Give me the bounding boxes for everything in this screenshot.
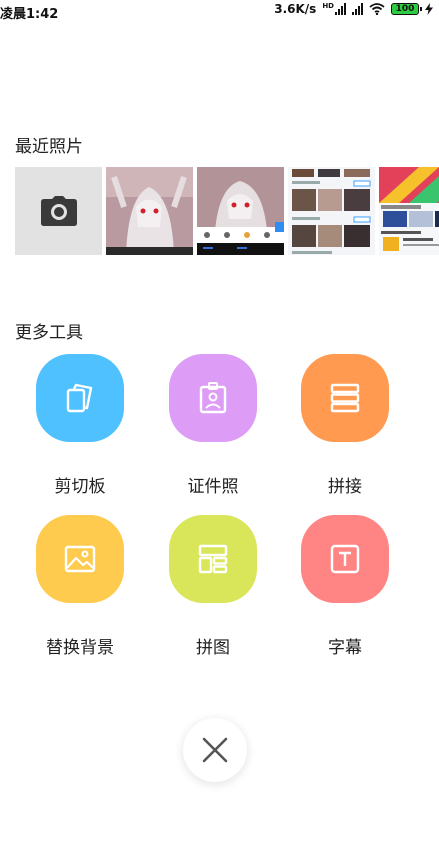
tool-collage[interactable]: 拼图 — [163, 515, 263, 658]
camera-icon — [40, 196, 77, 226]
tool-subtitle-label: 字幕 — [328, 638, 362, 658]
tool-collage-button[interactable] — [169, 515, 257, 603]
recent-photo-thumbnail[interactable] — [106, 167, 193, 255]
recent-photos-title: 最近照片 — [15, 137, 83, 157]
tool-id-photo[interactable]: 证件照 — [163, 354, 263, 497]
tool-subtitle[interactable]: 字幕 — [295, 515, 395, 658]
collage-icon — [198, 544, 228, 574]
network-speed: 3.6K/s — [274, 2, 317, 16]
close-button[interactable] — [183, 718, 247, 782]
signal-icon-2 — [352, 3, 363, 15]
recent-photo-thumbnail[interactable] — [197, 167, 284, 255]
tool-clipboard[interactable]: 剪切板 — [30, 354, 130, 497]
stitch-icon — [330, 383, 360, 413]
tool-clipboard-label: 剪切板 — [54, 477, 106, 497]
battery-icon: 100 — [391, 3, 422, 15]
tool-id-photo-label: 证件照 — [187, 477, 239, 497]
subtitle-icon — [330, 544, 360, 574]
recent-photo-thumbnail[interactable] — [288, 167, 375, 255]
close-icon — [202, 737, 228, 763]
camera-button[interactable] — [15, 167, 102, 255]
signal-icon: HD — [322, 2, 346, 15]
tool-stitch-label: 拼接 — [328, 477, 362, 497]
hd-badge: HD — [322, 2, 334, 10]
tool-replace-background[interactable]: 替换背景 — [30, 515, 130, 658]
tool-collage-label: 拼图 — [196, 638, 230, 658]
tool-replace-background-label: 替换背景 — [46, 638, 114, 658]
tool-clipboard-button[interactable] — [36, 354, 124, 442]
status-bar: 凌晨1:42 3.6K/s HD 100 — [0, 0, 439, 22]
wifi-icon — [369, 3, 385, 15]
tool-id-photo-button[interactable] — [169, 354, 257, 442]
replace-background-icon — [64, 545, 96, 573]
tool-stitch[interactable]: 拼接 — [295, 354, 395, 497]
id-photo-icon — [199, 382, 227, 414]
status-time: 凌晨1:42 — [0, 7, 59, 22]
more-tools-title: 更多工具 — [15, 323, 83, 343]
tool-replace-background-button[interactable] — [36, 515, 124, 603]
recent-photo-thumbnail[interactable] — [379, 167, 439, 255]
charging-icon — [425, 3, 433, 15]
tool-subtitle-button[interactable] — [301, 515, 389, 603]
recent-photos-strip[interactable] — [15, 167, 439, 255]
clipboard-icon — [66, 383, 93, 413]
tool-stitch-button[interactable] — [301, 354, 389, 442]
